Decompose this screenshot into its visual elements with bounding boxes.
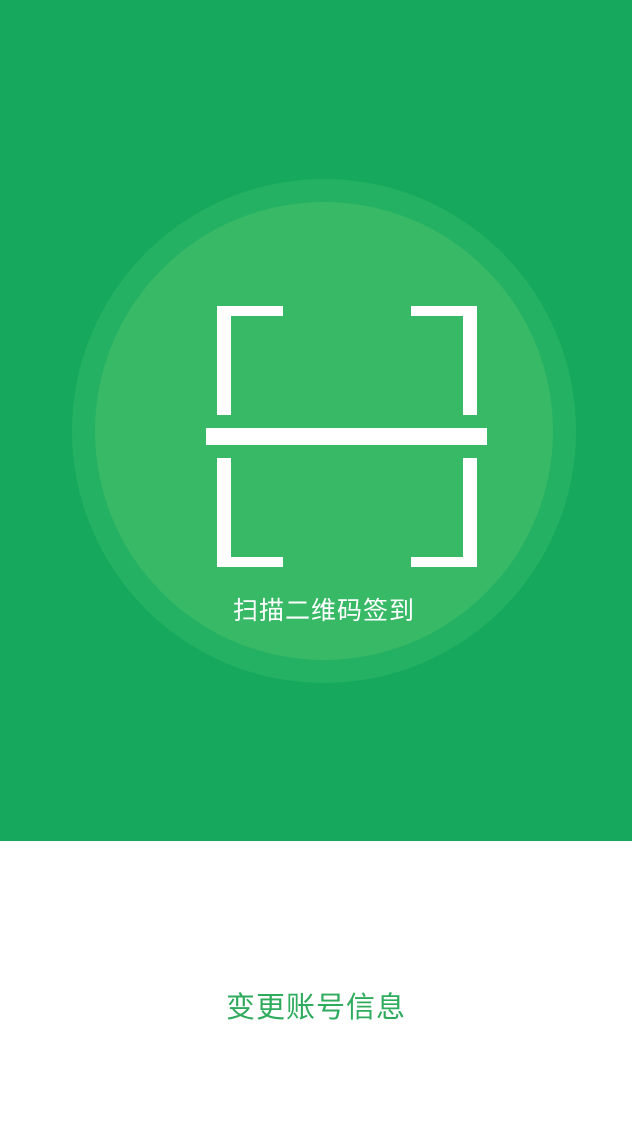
footer-panel: 变更账号信息 <box>0 841 632 1125</box>
scan-qr-label: 扫描二维码签到 <box>232 596 415 625</box>
scan-line <box>206 428 487 445</box>
header-panel: 扫描二维码签到 <box>0 0 632 841</box>
frame-corner-bottom-right <box>411 458 477 567</box>
frame-corner-top-left <box>217 306 283 415</box>
frame-corner-top-right <box>411 306 477 415</box>
frame-corner-bottom-left <box>217 458 283 567</box>
scan-qr-button[interactable]: 扫描二维码签到 <box>72 179 576 683</box>
scan-circle: 扫描二维码签到 <box>95 202 553 660</box>
change-account-info-button[interactable]: 变更账号信息 <box>0 984 632 1026</box>
qr-scan-frame-icon <box>206 284 487 567</box>
